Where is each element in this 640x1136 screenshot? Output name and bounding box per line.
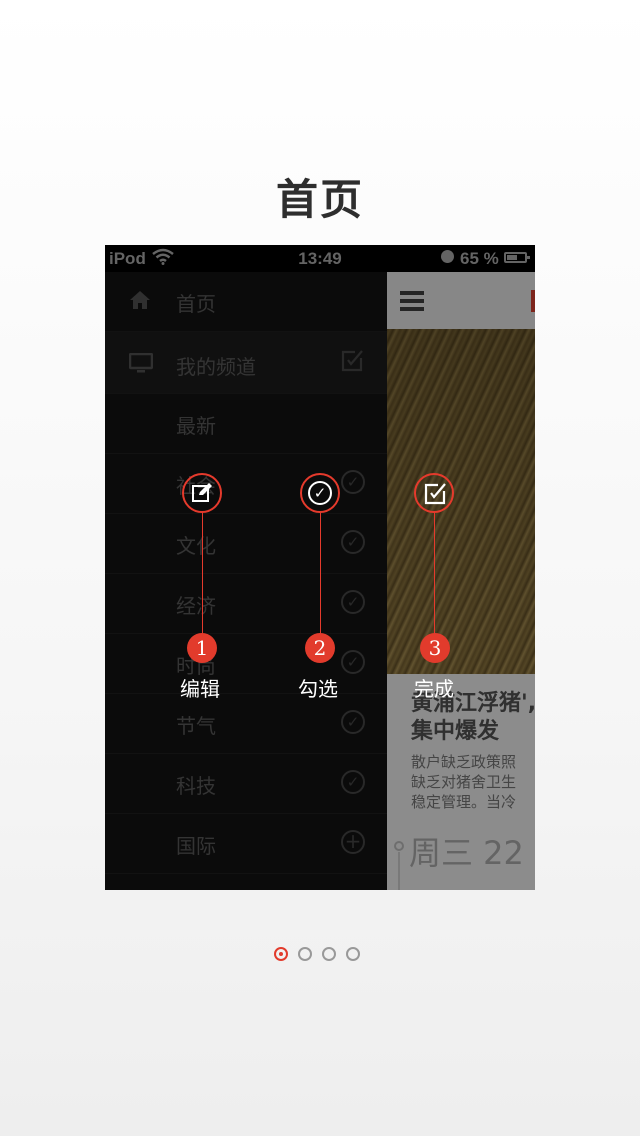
callout-number: 3 [420,633,450,663]
page-dot[interactable] [346,947,360,961]
check-icon: ✓ [308,481,332,505]
callout-number: 1 [187,633,217,663]
callout-edit-circle [182,473,222,513]
callout-done-circle [414,473,454,513]
callout-label: 勾选 [298,677,338,701]
page-dot[interactable] [322,947,336,961]
edit-icon [191,482,213,508]
page-dot[interactable] [274,947,288,961]
callout-check-circle: ✓ [300,473,340,513]
page-dot[interactable] [298,947,312,961]
callout-label: 编辑 [180,677,220,701]
callout-label: 完成 [414,677,454,701]
phone-screenshot: iPod 13:49 65 % 首页 我的频道 最新 社会 ✓ 文化 ✓ 经济 … [105,245,535,890]
done-icon [424,483,446,509]
page-title: 首页 [275,175,364,224]
callout-number: 2 [305,633,335,663]
